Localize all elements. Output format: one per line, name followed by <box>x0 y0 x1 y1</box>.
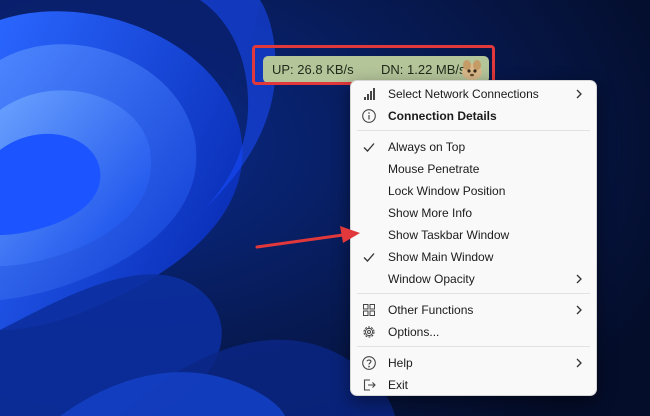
menu-item-label: Show Main Window <box>388 250 494 264</box>
grid-icon <box>363 304 375 316</box>
menu-item-label: Mouse Penetrate <box>388 162 480 176</box>
context-menu: Select Network Connections Connection De… <box>350 80 597 396</box>
menu-item-label: Select Network Connections <box>388 87 539 101</box>
checkmark-icon <box>363 253 375 262</box>
menu-item-options[interactable]: Options... <box>355 321 592 343</box>
menu-separator <box>357 130 590 131</box>
chevron-right-icon <box>576 358 582 368</box>
menu-item-label: Options... <box>388 325 440 339</box>
menu-item-label: Show More Info <box>388 206 473 220</box>
menu-separator <box>357 346 590 347</box>
menu-item-label: Window Opacity <box>388 272 475 286</box>
menu-item-exit[interactable]: Exit <box>355 374 592 396</box>
menu-item-other-functions[interactable]: Other Functions <box>355 299 592 321</box>
help-icon <box>362 356 376 370</box>
chevron-right-icon <box>576 305 582 315</box>
chevron-right-icon <box>576 89 582 99</box>
menu-item-label: Help <box>388 356 413 370</box>
exit-icon <box>363 379 376 391</box>
menu-item-label: Always on Top <box>388 140 466 154</box>
menu-item-always-on-top[interactable]: Always on Top <box>355 136 592 158</box>
gear-icon <box>363 326 375 338</box>
menu-item-label: Lock Window Position <box>388 184 506 198</box>
info-icon <box>362 109 376 123</box>
menu-item-connection-details[interactable]: Connection Details <box>355 105 592 127</box>
checkmark-icon <box>363 143 375 152</box>
chevron-right-icon <box>576 274 582 284</box>
menu-item-show-main-window[interactable]: Show Main Window <box>355 246 592 268</box>
menu-item-select-network-connections[interactable]: Select Network Connections <box>355 83 592 105</box>
signal-bars-icon <box>364 88 375 100</box>
menu-separator <box>357 293 590 294</box>
menu-item-window-opacity[interactable]: Window Opacity <box>355 268 592 290</box>
menu-item-label: Connection Details <box>388 109 497 123</box>
menu-item-show-more-info[interactable]: Show More Info <box>355 202 592 224</box>
menu-item-mouse-penetrate[interactable]: Mouse Penetrate <box>355 158 592 180</box>
menu-item-label: Exit <box>388 378 409 392</box>
menu-item-label: Show Taskbar Window <box>388 228 510 242</box>
menu-item-label: Other Functions <box>388 303 474 317</box>
menu-item-help[interactable]: Help <box>355 352 592 374</box>
menu-item-show-taskbar-window[interactable]: Show Taskbar Window <box>355 224 592 246</box>
menu-item-lock-window-position[interactable]: Lock Window Position <box>355 180 592 202</box>
widget-highlight-box <box>252 45 495 85</box>
